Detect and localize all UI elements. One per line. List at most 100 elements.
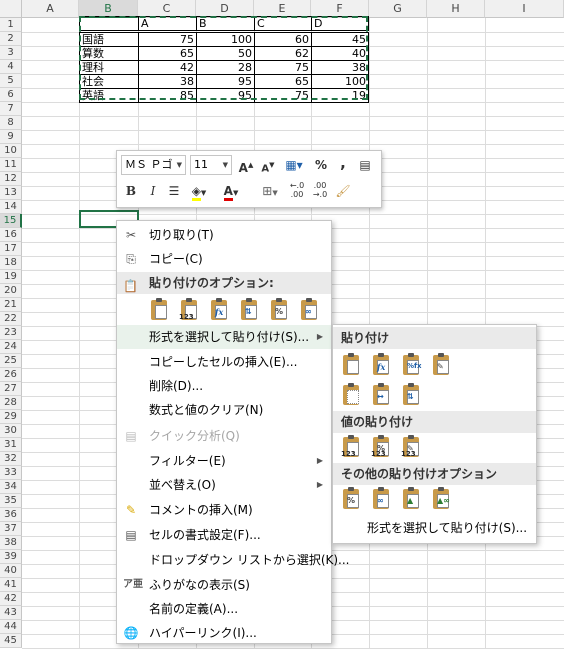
row-header-45[interactable]: 45 — [0, 634, 22, 648]
table-cell-b1[interactable] — [79, 16, 139, 31]
row-header-28[interactable]: 28 — [0, 396, 22, 410]
row-header-24[interactable]: 24 — [0, 340, 22, 354]
accounting-format-icon[interactable]: ▦▾ — [280, 155, 308, 175]
row-header-39[interactable]: 39 — [0, 550, 22, 564]
table-cell[interactable]: 40 — [311, 46, 369, 61]
table-row-subject[interactable]: 国語 — [79, 32, 139, 47]
row-header-20[interactable]: 20 — [0, 284, 22, 298]
row-header-17[interactable]: 17 — [0, 242, 22, 256]
table-row-subject[interactable]: 算数 — [79, 46, 139, 61]
row-header-4[interactable]: 4 — [0, 60, 22, 74]
menu-item-clear-contents[interactable]: 数式と値のクリア(N) — [117, 398, 331, 422]
table-header-b[interactable]: B — [196, 16, 255, 31]
paste-values-icon[interactable]: 123 — [341, 435, 363, 461]
row-header-21[interactable]: 21 — [0, 298, 22, 312]
row-header-37[interactable]: 37 — [0, 522, 22, 536]
paste-values-icon[interactable]: 123 — [179, 298, 201, 324]
table-cell[interactable]: 42 — [138, 60, 197, 75]
paste-icon[interactable] — [149, 298, 171, 324]
table-cell[interactable]: 62 — [254, 46, 312, 61]
table-cell[interactable]: 75 — [254, 60, 312, 75]
submenu-paste-special[interactable]: 形式を選択して貼り付け(S)... — [333, 517, 536, 539]
table-cell[interactable]: 75 — [254, 88, 312, 103]
increase-decimal-icon[interactable]: ←.0 .00 — [287, 181, 307, 201]
row-header-12[interactable]: 12 — [0, 172, 22, 186]
paste-formatting-icon[interactable]: % — [341, 487, 363, 513]
paste-linked-picture-icon[interactable]: ▲∞ — [431, 487, 453, 513]
row-header-15[interactable]: 15 — [0, 214, 22, 228]
table-row-subject[interactable]: 理科 — [79, 60, 139, 75]
percent-style-icon[interactable]: % — [311, 155, 331, 175]
table-cell[interactable]: 60 — [254, 32, 312, 47]
row-header-26[interactable]: 26 — [0, 368, 22, 382]
paste-values-number-format-icon[interactable]: % 123 — [371, 435, 393, 461]
table-cell[interactable]: 95 — [196, 88, 255, 103]
paste-column-widths-icon[interactable]: ↔ — [371, 383, 393, 409]
row-header-33[interactable]: 33 — [0, 466, 22, 480]
menu-item-pick-from-dropdown[interactable]: ドロップダウン リストから選択(K)... — [117, 548, 350, 572]
paste-keep-source-format-icon[interactable]: ✎ — [431, 353, 453, 379]
column-header-g[interactable]: G — [369, 0, 427, 18]
increase-font-icon[interactable]: A▲ — [236, 155, 256, 175]
row-header-36[interactable]: 36 — [0, 508, 22, 522]
align-center-icon[interactable]: ☰ — [164, 181, 184, 201]
column-header-a[interactable]: A — [22, 0, 79, 18]
select-all-corner[interactable] — [0, 0, 22, 18]
row-header-5[interactable]: 5 — [0, 74, 22, 88]
row-header-27[interactable]: 27 — [0, 382, 22, 396]
table-header-c[interactable]: C — [254, 16, 312, 31]
row-header-29[interactable]: 29 — [0, 410, 22, 424]
paste-no-borders-icon[interactable] — [341, 383, 363, 409]
row-header-43[interactable]: 43 — [0, 606, 22, 620]
row-header-35[interactable]: 35 — [0, 494, 22, 508]
menu-item-copy[interactable]: ⎘ コピー(C) — [117, 247, 331, 271]
menu-item-filter[interactable]: フィルター(E) ▶ — [117, 449, 331, 473]
table-row-subject[interactable]: 社会 — [79, 74, 139, 89]
font-name-box[interactable]: ＭＳ Ｐゴ ▼ — [121, 155, 186, 175]
table-cell[interactable]: 95 — [196, 74, 255, 89]
menu-item-format-cells[interactable]: ▤ セルの書式設定(F)... — [117, 523, 331, 547]
table-cell[interactable]: 75 — [138, 32, 197, 47]
italic-icon[interactable]: I — [143, 181, 163, 201]
table-cell[interactable]: 38 — [138, 74, 197, 89]
row-header-7[interactable]: 7 — [0, 102, 22, 116]
table-row-subject[interactable]: 英語 — [79, 88, 139, 103]
row-header-38[interactable]: 38 — [0, 536, 22, 550]
row-header-6[interactable]: 6 — [0, 88, 22, 102]
paste-values-source-format-icon[interactable]: ✎ 123 — [401, 435, 423, 461]
row-header-14[interactable]: 14 — [0, 200, 22, 214]
menu-item-insert-copied[interactable]: コピーしたセルの挿入(E)... — [117, 350, 331, 374]
menu-item-show-phonetic[interactable]: ア亜 ふりがなの表示(S) — [117, 573, 331, 597]
row-header-16[interactable]: 16 — [0, 228, 22, 242]
row-header-32[interactable]: 32 — [0, 452, 22, 466]
row-header-9[interactable]: 9 — [0, 130, 22, 144]
paste-formatting-icon[interactable]: % — [269, 298, 291, 324]
format-table-icon[interactable]: ▤ — [355, 155, 375, 175]
paste-picture-icon[interactable]: ▲ — [401, 487, 423, 513]
font-color-icon[interactable]: A▼ — [217, 181, 245, 201]
row-header-23[interactable]: 23 — [0, 326, 22, 340]
table-cell[interactable]: 100 — [311, 74, 369, 89]
menu-item-cut[interactable]: ✂ 切り取り(T) — [117, 223, 331, 247]
row-header-2[interactable]: 2 — [0, 32, 22, 46]
row-header-41[interactable]: 41 — [0, 578, 22, 592]
row-header-8[interactable]: 8 — [0, 116, 22, 130]
row-header-42[interactable]: 42 — [0, 592, 22, 606]
table-cell[interactable]: 38 — [311, 60, 369, 75]
menu-item-insert-comment[interactable]: ✎ コメントの挿入(M) — [117, 498, 331, 522]
row-header-13[interactable]: 13 — [0, 186, 22, 200]
row-header-30[interactable]: 30 — [0, 424, 22, 438]
format-painter-icon[interactable]: 🖌 — [333, 181, 353, 201]
paste-link-icon[interactable]: ∞ — [371, 487, 393, 513]
decrease-decimal-icon[interactable]: .00 →.0 — [310, 181, 330, 201]
paste-formulas-icon[interactable]: fx — [209, 298, 231, 324]
table-header-a[interactable]: A — [138, 16, 197, 31]
menu-item-delete[interactable]: 削除(D)... — [117, 374, 331, 398]
row-header-40[interactable]: 40 — [0, 564, 22, 578]
row-header-25[interactable]: 25 — [0, 354, 22, 368]
table-cell[interactable]: 100 — [196, 32, 255, 47]
paste-formulas-number-format-icon[interactable]: %fx — [401, 353, 423, 379]
paste-link-icon[interactable]: ∞ — [299, 298, 321, 324]
table-cell[interactable]: 65 — [254, 74, 312, 89]
row-header-11[interactable]: 11 — [0, 158, 22, 172]
